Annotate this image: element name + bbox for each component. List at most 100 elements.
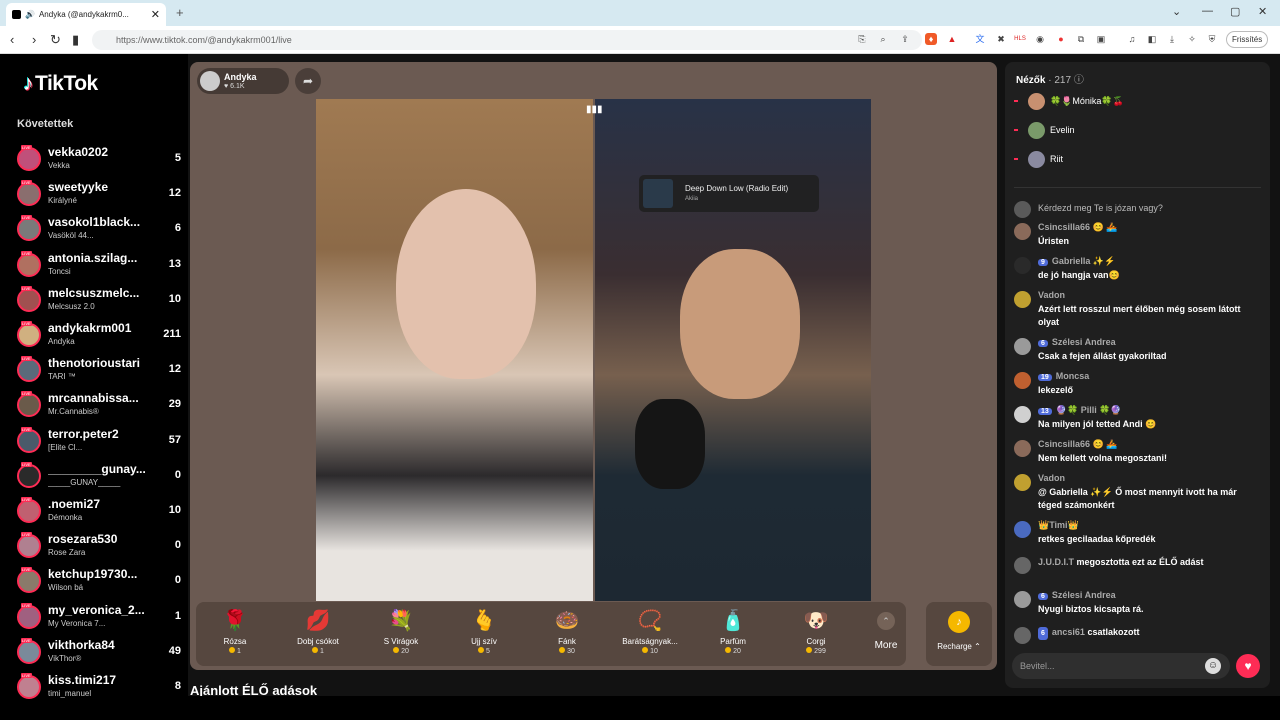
- recharge-button[interactable]: ♪ Recharge ⌃: [926, 602, 992, 666]
- share-page-icon[interactable]: ⇪: [899, 33, 911, 45]
- chat-username: Moncsa: [1055, 371, 1090, 381]
- forward-icon[interactable]: ›: [32, 32, 36, 47]
- account-name: sweetyyke: [48, 180, 109, 195]
- recharge-label: Recharge ⌃: [937, 642, 981, 651]
- url-field[interactable]: https://www.tiktok.com/@andykakrm001/liv…: [92, 30, 922, 50]
- chat-action: csatlakozott: [1087, 627, 1140, 637]
- following-account[interactable]: LIVE andykakrm001 Andyka 211: [15, 320, 185, 355]
- update-button[interactable]: Frissítés: [1226, 31, 1269, 48]
- chat-username-row: Csincsilla66 😊 🚣: [1038, 222, 1117, 233]
- extensions-icon[interactable]: ⧉: [1075, 33, 1087, 45]
- now-playing-card[interactable]: Deep Down Low (Radio Edit) Akiia: [639, 175, 819, 212]
- extension-color-icon[interactable]: ●: [1055, 33, 1067, 45]
- address-bar-row: ‹ › ↻ ▮ https://www.tiktok.com/@andykakr…: [0, 26, 1280, 54]
- account-avatar: [17, 182, 41, 207]
- chat-avatar: [1014, 521, 1031, 538]
- sidebar-toggle-icon[interactable]: ◧: [1146, 33, 1158, 45]
- following-account[interactable]: LIVE melcsuszmelc... Melcsusz 2.0 10: [15, 285, 185, 320]
- following-account[interactable]: LIVE my_veronica_2... My Veronica 7... 1: [15, 602, 185, 637]
- following-account[interactable]: LIVE vikthorka84 VikThor® 49: [15, 637, 185, 672]
- window-close-icon[interactable]: ✕: [1258, 5, 1267, 18]
- speaker-icon[interactable]: 🔊: [25, 10, 35, 19]
- gift-item[interactable]: 💋 Dobj csókot 1: [277, 604, 359, 664]
- browser-tab[interactable]: 🔊 Andyka (@andykakrm0... ✕: [6, 3, 166, 26]
- following-account[interactable]: LIVE kiss.timi217 timi_manuel 8: [15, 672, 185, 707]
- tab-title: Andyka (@andykakrm0...: [38, 10, 129, 19]
- chat-username-row: Vadon: [1038, 473, 1065, 483]
- new-tab-button[interactable]: +: [176, 5, 184, 20]
- viewer-avatar: [1028, 151, 1045, 168]
- chat-text: Kérdezd meg Te is józan vagy?: [1038, 203, 1163, 213]
- viewer-item[interactable]: Riit: [1014, 150, 1214, 172]
- media-icon[interactable]: ♫: [1126, 33, 1138, 45]
- account-avatar: [17, 499, 41, 523]
- minimize-icon[interactable]: —: [1202, 5, 1213, 17]
- following-account[interactable]: LIVE .noemi27 Démonka 10: [15, 496, 185, 531]
- download-icon[interactable]: ⤓: [1166, 33, 1178, 45]
- following-account[interactable]: LIVE terror.peter2 [Elite Cl... 57: [15, 426, 185, 461]
- live-badge: LIVE: [21, 215, 32, 221]
- chat-avatar: [1014, 257, 1031, 274]
- info-icon[interactable]: ⓘ: [1074, 75, 1084, 86]
- following-account[interactable]: LIVE vasokol1black... Vasököl 44... 6: [15, 214, 185, 249]
- extension-hls-icon[interactable]: HLS: [1014, 33, 1026, 45]
- account-nickname: Királyné: [48, 196, 77, 206]
- maximize-icon[interactable]: ▢: [1230, 5, 1240, 18]
- chat-action: megosztotta ezt az ÉLŐ adást: [1076, 557, 1204, 567]
- extension-box-icon[interactable]: ▣: [1095, 33, 1107, 45]
- share-arrow-icon[interactable]: ➦: [295, 68, 321, 94]
- vpn-shield-icon[interactable]: ⛨: [1206, 33, 1218, 45]
- back-icon[interactable]: ‹: [10, 32, 14, 47]
- extension-x-icon[interactable]: ✖: [995, 33, 1007, 45]
- tiktok-logo[interactable]: ♪TikTok: [23, 72, 98, 96]
- following-account[interactable]: LIVE mrcannabissa... Mr.Cannabis® 29: [15, 390, 185, 425]
- viewer-item[interactable]: 🍀🌷Mónika🍀🍒: [1014, 92, 1214, 114]
- gift-item[interactable]: 🐶 Corgi 299: [775, 604, 857, 664]
- following-account[interactable]: LIVE thenotorioustari TARI ™ 12: [15, 355, 185, 390]
- following-account[interactable]: LIVE ________gunay... _____GUNAY_____ 0: [15, 461, 185, 496]
- chat-username-row: 👑Timi👑: [1038, 520, 1079, 531]
- customize-icon[interactable]: ✧: [1186, 33, 1198, 45]
- more-gifts-button[interactable]: ⌃ More: [866, 606, 906, 662]
- gift-item[interactable]: 💐 S Virágok 20: [360, 604, 442, 664]
- following-account[interactable]: LIVE vekka0202 Vekka 5: [15, 144, 185, 179]
- guest-face: [396, 189, 536, 379]
- host-badge[interactable]: Andyka ♥ 6.1K: [197, 68, 289, 94]
- brave-rewards-icon[interactable]: ▲: [946, 33, 958, 45]
- emoji-icon[interactable]: ☺: [1205, 658, 1221, 674]
- extension-translate-icon[interactable]: 文: [974, 33, 986, 45]
- bookmark-icon[interactable]: ▮: [72, 32, 79, 48]
- extension-record-icon[interactable]: ◉: [1034, 33, 1046, 45]
- viewer-item[interactable]: Evelin: [1014, 121, 1214, 143]
- reload-icon[interactable]: ↻: [50, 32, 61, 48]
- more-label: More: [874, 640, 898, 651]
- gift-item[interactable]: 🫰 Ujj szív 5: [443, 604, 525, 664]
- host-avatar[interactable]: [200, 71, 220, 91]
- following-account[interactable]: LIVE sweetyyke Királyné 12: [15, 179, 185, 214]
- account-name: my_veronica_2...: [48, 602, 145, 617]
- chat-text: de jó hangja van😊: [1038, 270, 1120, 280]
- gift-item[interactable]: 📿 Barátságnyak... 10: [609, 604, 691, 664]
- brave-shield-icon[interactable]: ♦: [925, 33, 937, 45]
- tab-list-icon[interactable]: ⌄: [1172, 5, 1181, 18]
- zoom-icon[interactable]: ⌕: [877, 33, 889, 45]
- chat-input[interactable]: Bevitel...: [1012, 653, 1230, 679]
- audio-bars-icon[interactable]: ▮▮▮: [586, 104, 603, 115]
- browser-tab-bar: 🔊 Andyka (@andykakrm0... ✕ + ⌄ — ▢ ✕: [0, 0, 1280, 26]
- following-account[interactable]: LIVE ketchup19730... Wilson bá 0: [15, 566, 185, 601]
- close-tab-icon[interactable]: ✕: [151, 8, 160, 21]
- viewers-title[interactable]: Nézők · 217 ⓘ: [1016, 71, 1084, 86]
- tiktok-note-icon: ♪: [23, 72, 34, 95]
- following-account[interactable]: LIVE antonia.szilag... Toncsi 13: [15, 250, 185, 285]
- recommended-title: Ajánlott ÉLŐ adások: [190, 683, 318, 696]
- gift-price: 20: [360, 647, 442, 655]
- gift-bar: 🌹 Rózsa 1 💋 Dobj csókot 1 💐 S Virágok 20 🫰 Ujj szí…: [196, 602, 906, 666]
- following-account[interactable]: LIVE rosezara530 Rose Zara 0: [15, 531, 185, 566]
- translate-icon[interactable]: ⎘: [856, 33, 868, 45]
- chat-avatar: [1014, 338, 1031, 355]
- heart-icon[interactable]: ♥: [1236, 654, 1260, 678]
- gift-item[interactable]: 🍩 Fánk 30: [526, 604, 608, 664]
- gift-item[interactable]: 🧴 Parfüm 20: [692, 604, 774, 664]
- gift-item[interactable]: 🌹 Rózsa 1: [194, 604, 276, 664]
- account-name: antonia.szilag...: [48, 250, 138, 265]
